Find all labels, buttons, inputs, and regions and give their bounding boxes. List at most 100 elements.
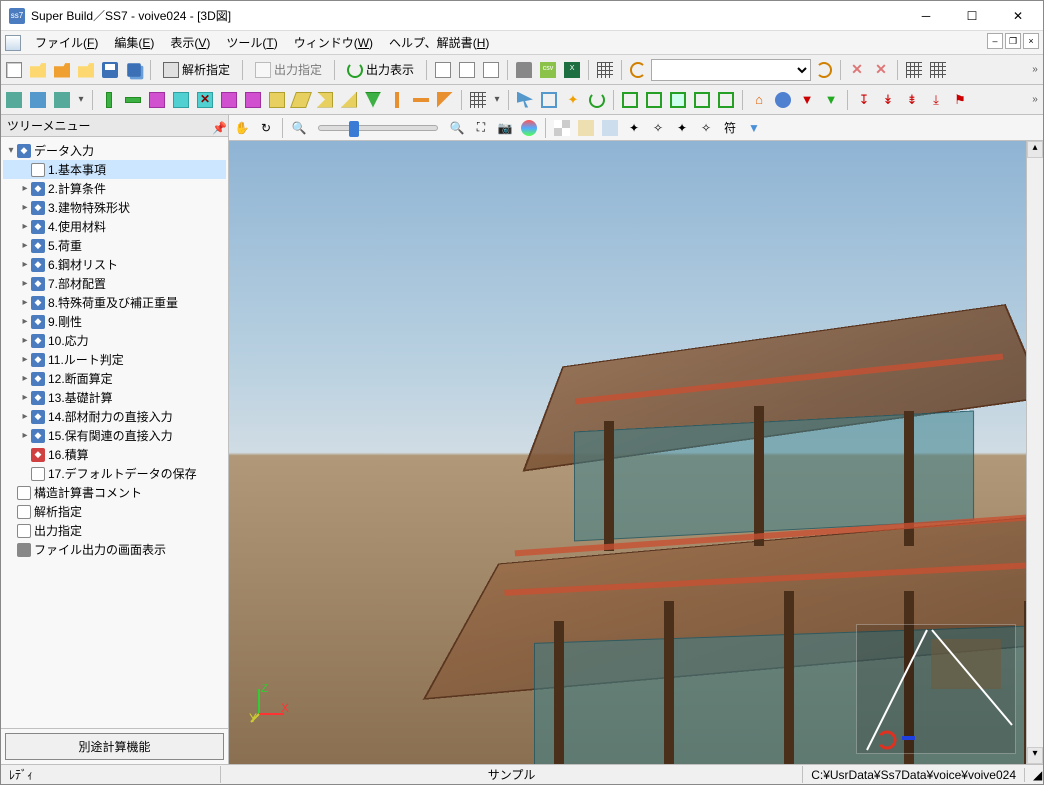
menu-f[interactable]: ファイル(F) [27, 32, 106, 53]
zoom-fit-button[interactable]: ⛶ [470, 117, 492, 139]
nav-r1-button[interactable]: ▼ [796, 89, 818, 111]
scroll-down-button[interactable]: ▾ [1027, 747, 1043, 764]
delete-button[interactable]: ✕ [846, 59, 868, 81]
scroll-up-button[interactable]: ▴ [1027, 141, 1043, 158]
tree-item-15[interactable]: ▸◆15.保有関連の直接入力 [3, 426, 226, 445]
output-view-button[interactable]: 出力表示 [340, 59, 421, 81]
tree-after-0[interactable]: 構造計算書コメント [3, 483, 226, 502]
toolbar1-overflow-button[interactable]: » [1029, 59, 1041, 81]
tree-item-4[interactable]: ▸◆4.使用材料 [3, 217, 226, 236]
nav-b1-button[interactable] [772, 89, 794, 111]
light-b-button[interactable]: ✧ [647, 117, 669, 139]
home-button[interactable]: ⌂ [748, 89, 770, 111]
menu-e[interactable]: 編集(E) [106, 32, 162, 53]
table-button[interactable] [594, 59, 616, 81]
zoom-slider[interactable] [318, 125, 438, 131]
tree-view[interactable]: ▾ ◆ データ入力 1.基本事項▸◆2.計算条件▸◆3.建物特殊形状▸◆4.使用… [1, 137, 228, 728]
rotate-tool-button[interactable]: ↻ [255, 117, 277, 139]
light-c-button[interactable]: ✦ [671, 117, 693, 139]
menu-v[interactable]: 表示(V) [162, 32, 218, 53]
3d-viewport[interactable]: Z X Y [229, 141, 1026, 764]
select-move-button[interactable]: ✦ [562, 89, 584, 111]
mark-r3-button[interactable]: ⇟ [901, 89, 923, 111]
tree-after-2[interactable]: 出力指定 [3, 521, 226, 540]
save-button[interactable] [99, 59, 121, 81]
filter-g4-button[interactable] [691, 89, 713, 111]
zoom-out-button[interactable]: 🔍 [288, 117, 310, 139]
camera-button[interactable]: 📷 [494, 117, 516, 139]
panel-b-button[interactable] [927, 59, 949, 81]
tree-item-10[interactable]: ▸◆10.応力 [3, 331, 226, 350]
grid-dots-button[interactable] [467, 89, 489, 111]
open-file-button[interactable] [27, 59, 49, 81]
member-beam-button[interactable] [122, 89, 144, 111]
close-button[interactable]: ✕ [995, 2, 1041, 30]
mark-r1-button[interactable]: ↧ [853, 89, 875, 111]
tree-item-17[interactable]: 17.デフォルトデータの保存 [3, 464, 226, 483]
mark-r4-button[interactable]: ⤓ [925, 89, 947, 111]
redo-button[interactable] [813, 59, 835, 81]
mdi-minimize-button[interactable]: – [987, 33, 1003, 49]
zoom-slider-thumb[interactable] [349, 121, 359, 137]
panel-a-button[interactable] [903, 59, 925, 81]
extra-calc-button[interactable]: 別途計算機能 [5, 733, 224, 760]
view-more-button[interactable]: ▾ [75, 89, 87, 111]
tree-item-13[interactable]: ▸◆13.基礎計算 [3, 388, 226, 407]
member-y2-button[interactable] [290, 89, 312, 111]
zoom-in-button[interactable]: 🔍 [446, 117, 468, 139]
mini-map[interactable] [856, 624, 1016, 754]
vertical-scrollbar[interactable]: ▴ ▾ [1026, 141, 1043, 764]
save-all-button[interactable] [123, 59, 145, 81]
grid-more-button[interactable]: ▾ [491, 89, 503, 111]
member-y4-button[interactable] [338, 89, 360, 111]
tree-after-1[interactable]: 解析指定 [3, 502, 226, 521]
light-a-button[interactable]: ✦ [623, 117, 645, 139]
resize-grip[interactable]: ◢ [1025, 768, 1043, 782]
maximize-button[interactable]: ☐ [949, 2, 995, 30]
mdi-restore-button[interactable]: ❐ [1005, 33, 1021, 49]
tree-item-9[interactable]: ▸◆9.剛性 [3, 312, 226, 331]
minimize-button[interactable]: ─ [903, 2, 949, 30]
tree-item-12[interactable]: ▸◆12.断面算定 [3, 369, 226, 388]
filter-g2-button[interactable] [643, 89, 665, 111]
flag-button[interactable]: ⚑ [949, 89, 971, 111]
tree-item-8[interactable]: ▸◆8.特殊荷重及び補正重量 [3, 293, 226, 312]
member-col-button[interactable] [98, 89, 120, 111]
tree-item-3[interactable]: ▸◆3.建物特殊形状 [3, 198, 226, 217]
member-o1-button[interactable] [386, 89, 408, 111]
pin-icon[interactable]: 📌 [212, 121, 222, 131]
view-plan-button[interactable] [3, 89, 25, 111]
tree-item-6[interactable]: ▸◆6.鋼材リスト [3, 255, 226, 274]
filter-g3-button[interactable] [667, 89, 689, 111]
print-button[interactable] [513, 59, 535, 81]
member-o3-button[interactable] [434, 89, 456, 111]
tree-root[interactable]: ▾ ◆ データ入力 [3, 141, 226, 160]
new-file-button[interactable] [3, 59, 25, 81]
member-wall-button[interactable] [170, 89, 192, 111]
member-found-button[interactable] [242, 89, 264, 111]
excel-export-button[interactable]: X [561, 59, 583, 81]
shade-a-button[interactable] [551, 117, 573, 139]
member-brace-button[interactable] [146, 89, 168, 111]
tree-item-5[interactable]: ▸◆5.荷重 [3, 236, 226, 255]
member-o2-button[interactable] [410, 89, 432, 111]
shade-c-button[interactable] [599, 117, 621, 139]
shade-b-button[interactable] [575, 117, 597, 139]
member-slab-button[interactable] [218, 89, 240, 111]
select-rotate-button[interactable] [586, 89, 608, 111]
csv-export-button[interactable]: csv [537, 59, 559, 81]
render-button[interactable] [518, 117, 540, 139]
undo-button[interactable] [627, 59, 649, 81]
view-elev-button[interactable] [27, 89, 49, 111]
member-g1-button[interactable] [362, 89, 384, 111]
nav-g1-button[interactable]: ▼ [820, 89, 842, 111]
tree-item-16[interactable]: ◆16.積算 [3, 445, 226, 464]
member-y3-button[interactable] [314, 89, 336, 111]
menu-t[interactable]: ツール(T) [218, 32, 285, 53]
hand-tool-button[interactable]: ✋ [231, 117, 253, 139]
member-wall-x-button[interactable] [194, 89, 216, 111]
menu-h[interactable]: ヘルプ、解説書(H) [381, 32, 497, 53]
doc-a-button[interactable] [432, 59, 454, 81]
tree-after-3[interactable]: ファイル出力の画面表示 [3, 540, 226, 559]
menu-w[interactable]: ウィンドウ(W) [286, 32, 381, 53]
